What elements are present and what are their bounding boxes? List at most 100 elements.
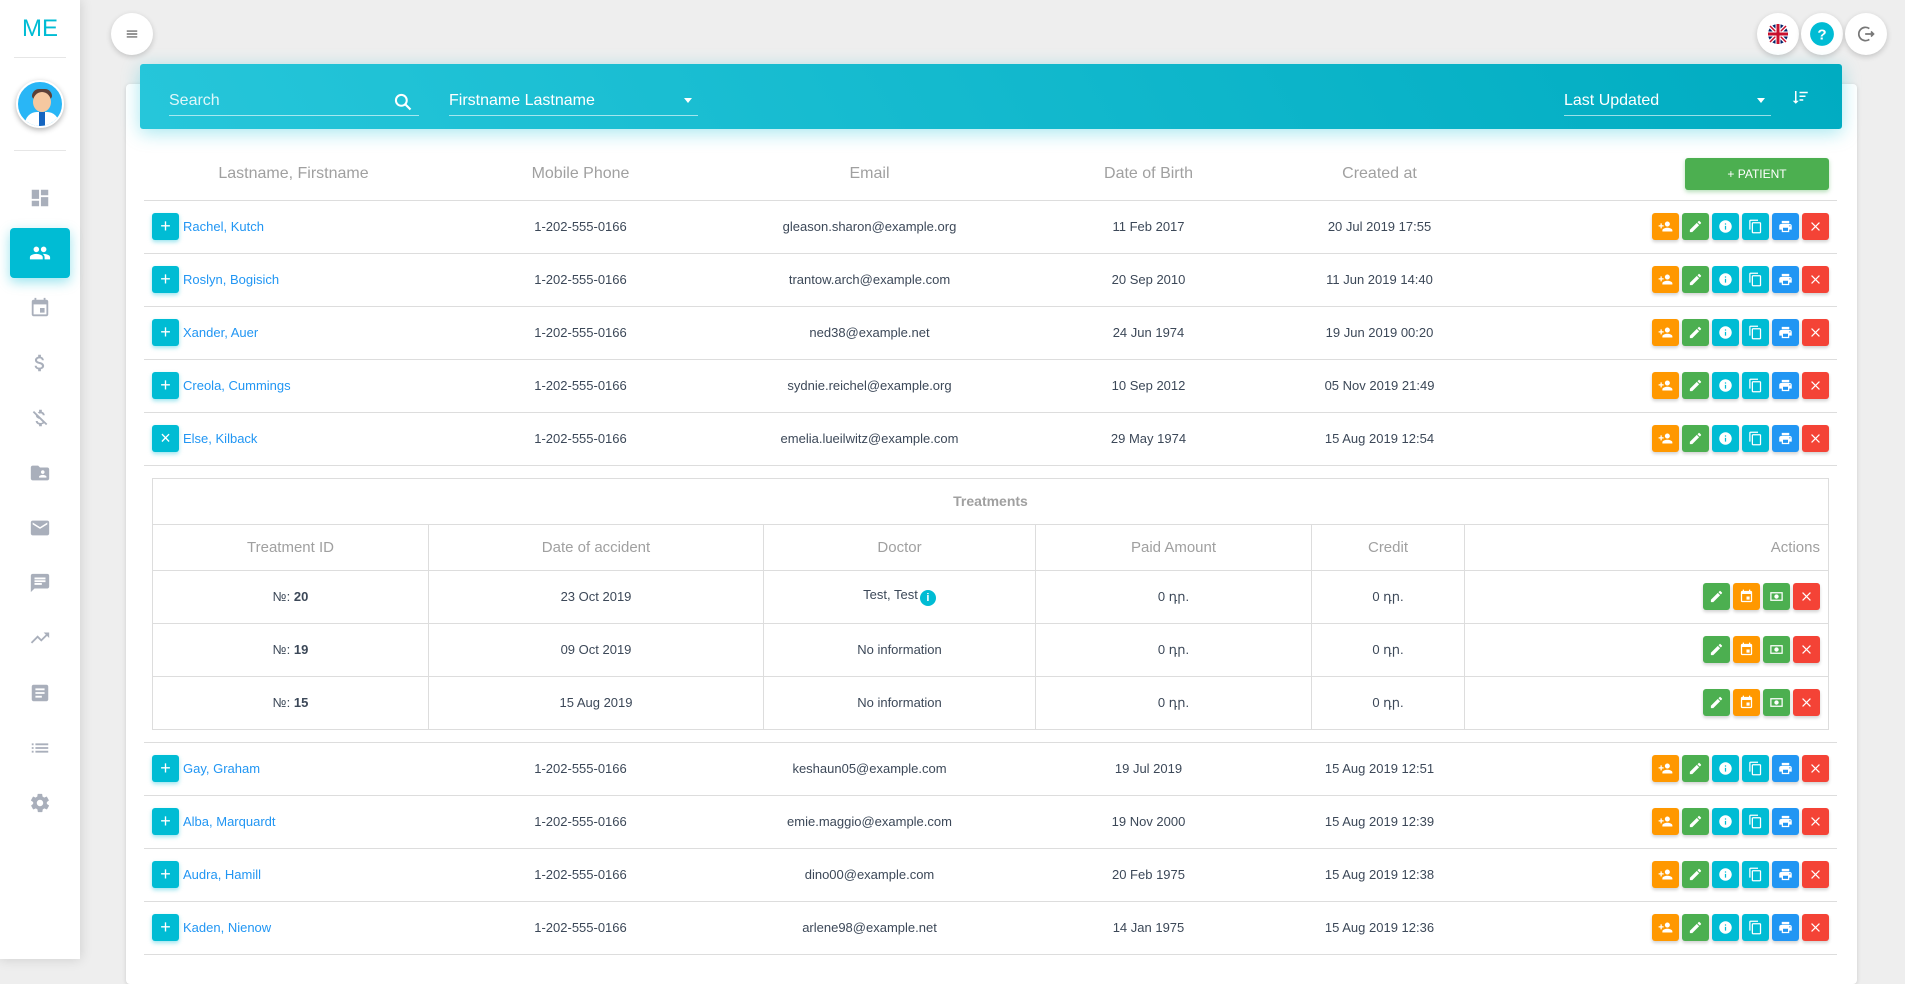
info-button[interactable]	[1712, 808, 1739, 835]
delete-button[interactable]	[1793, 636, 1820, 663]
edit-button[interactable]	[1682, 319, 1709, 346]
copy-button[interactable]	[1742, 425, 1769, 452]
edit-button[interactable]	[1703, 636, 1730, 663]
info-button[interactable]	[1712, 266, 1739, 293]
copy-button[interactable]	[1742, 755, 1769, 782]
edit-button[interactable]	[1682, 755, 1709, 782]
expand-row-button[interactable]: +	[152, 372, 179, 399]
delete-button[interactable]	[1802, 755, 1829, 782]
delete-button[interactable]	[1802, 319, 1829, 346]
print-button[interactable]	[1772, 213, 1799, 240]
expand-row-button[interactable]: +	[152, 808, 179, 835]
assign-user-button[interactable]	[1652, 372, 1679, 399]
info-button[interactable]	[1712, 861, 1739, 888]
payment-button[interactable]	[1763, 636, 1790, 663]
help-button[interactable]: ?	[1801, 13, 1843, 55]
patient-name-link[interactable]: Xander, Auer	[183, 325, 258, 340]
edit-button[interactable]	[1682, 425, 1709, 452]
print-button[interactable]	[1772, 914, 1799, 941]
calendar-button[interactable]	[1733, 583, 1760, 610]
add-patient-button[interactable]: + PATIENT	[1685, 157, 1829, 190]
info-icon[interactable]: i	[919, 590, 936, 606]
edit-button[interactable]	[1682, 914, 1709, 941]
copy-button[interactable]	[1742, 213, 1769, 240]
assign-user-button[interactable]	[1652, 213, 1679, 240]
expand-row-button[interactable]: +	[152, 213, 179, 240]
sidebar-item-mail[interactable]	[10, 503, 70, 553]
print-button[interactable]	[1772, 372, 1799, 399]
print-button[interactable]	[1772, 425, 1799, 452]
assign-user-button[interactable]	[1652, 755, 1679, 782]
patient-name-link[interactable]: Else, Kilback	[183, 431, 257, 446]
delete-button[interactable]	[1802, 808, 1829, 835]
patient-name-link[interactable]: Kaden, Nienow	[183, 920, 271, 935]
assign-user-button[interactable]	[1652, 425, 1679, 452]
edit-button[interactable]	[1703, 583, 1730, 610]
logout-button[interactable]	[1845, 13, 1887, 55]
search-input[interactable]: Search	[169, 86, 419, 116]
sidebar-item-chat[interactable]	[10, 558, 70, 608]
print-button[interactable]	[1772, 319, 1799, 346]
expand-row-button[interactable]: +	[152, 755, 179, 782]
sidebar-item-trending-up[interactable]	[10, 613, 70, 663]
brand-logo[interactable]: ME	[14, 0, 66, 58]
edit-button[interactable]	[1682, 861, 1709, 888]
edit-button[interactable]	[1682, 213, 1709, 240]
edit-button[interactable]	[1703, 689, 1730, 716]
user-avatar[interactable]	[16, 80, 64, 128]
info-button[interactable]	[1712, 372, 1739, 399]
copy-button[interactable]	[1742, 808, 1769, 835]
edit-button[interactable]	[1682, 266, 1709, 293]
expand-row-button[interactable]: +	[152, 861, 179, 888]
info-button[interactable]	[1712, 755, 1739, 782]
delete-button[interactable]	[1802, 372, 1829, 399]
language-button[interactable]	[1757, 13, 1799, 55]
delete-button[interactable]	[1793, 583, 1820, 610]
expand-row-button[interactable]: +	[152, 914, 179, 941]
sidebar-item-settings[interactable]	[10, 778, 70, 828]
copy-button[interactable]	[1742, 861, 1769, 888]
edit-button[interactable]	[1682, 372, 1709, 399]
sidebar-item-dashboard[interactable]	[10, 173, 70, 223]
info-button[interactable]	[1712, 425, 1739, 452]
print-button[interactable]	[1772, 755, 1799, 782]
calendar-button[interactable]	[1733, 689, 1760, 716]
sidebar-item-money-off[interactable]	[10, 393, 70, 443]
print-button[interactable]	[1772, 808, 1799, 835]
copy-button[interactable]	[1742, 319, 1769, 346]
delete-button[interactable]	[1802, 213, 1829, 240]
sidebar-item-folder-shared[interactable]	[10, 448, 70, 498]
sidebar-item-list[interactable]	[10, 723, 70, 773]
sort-order-icon[interactable]	[1792, 88, 1810, 106]
expand-row-button[interactable]: +	[152, 319, 179, 346]
copy-button[interactable]	[1742, 372, 1769, 399]
expand-row-button[interactable]: +	[152, 266, 179, 293]
menu-toggle-button[interactable]	[111, 13, 153, 55]
search-icon[interactable]	[393, 92, 413, 112]
sidebar-item-dollar[interactable]	[10, 338, 70, 388]
patient-name-link[interactable]: Gay, Graham	[183, 761, 260, 776]
calendar-button[interactable]	[1733, 636, 1760, 663]
print-button[interactable]	[1772, 861, 1799, 888]
assign-user-button[interactable]	[1652, 266, 1679, 293]
delete-button[interactable]	[1802, 425, 1829, 452]
patient-name-link[interactable]: Rachel, Kutch	[183, 219, 264, 234]
delete-button[interactable]	[1802, 266, 1829, 293]
assign-user-button[interactable]	[1652, 808, 1679, 835]
sidebar-item-calendar[interactable]	[10, 283, 70, 333]
payment-button[interactable]	[1763, 689, 1790, 716]
patient-name-link[interactable]: Audra, Hamill	[183, 867, 261, 882]
info-button[interactable]	[1712, 319, 1739, 346]
copy-button[interactable]	[1742, 914, 1769, 941]
col-header-created[interactable]: Created at	[1276, 148, 1483, 201]
copy-button[interactable]	[1742, 266, 1769, 293]
assign-user-button[interactable]	[1652, 319, 1679, 346]
delete-button[interactable]	[1802, 914, 1829, 941]
sidebar-item-article[interactable]	[10, 668, 70, 718]
info-button[interactable]	[1712, 213, 1739, 240]
expand-row-button[interactable]: ×	[152, 425, 179, 452]
print-button[interactable]	[1772, 266, 1799, 293]
col-header-name[interactable]: Lastname, Firstname	[144, 148, 443, 201]
info-button[interactable]	[1712, 914, 1739, 941]
sidebar-item-patients[interactable]	[10, 228, 70, 278]
